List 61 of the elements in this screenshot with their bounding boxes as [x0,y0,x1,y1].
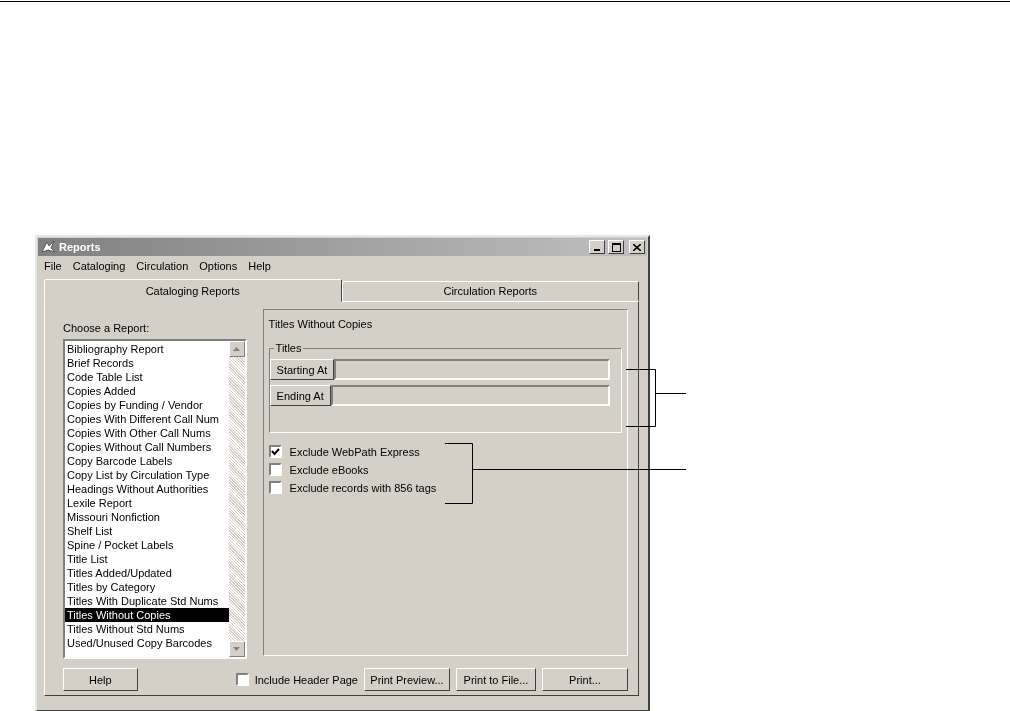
list-item[interactable]: Lexile Report [65,496,229,510]
list-item[interactable]: Headings Without Authorities [65,482,229,496]
checkbox-label: Exclude WebPath Express [289,445,420,458]
maximize-button[interactable] [608,240,624,254]
checkbox[interactable] [268,481,282,494]
list-item[interactable]: Bibliography Report [65,342,229,356]
list-label: Choose a Report: [63,322,151,334]
list-item[interactable]: Copy List by Circulation Type [65,468,229,482]
menu-item[interactable]: Options [194,260,244,272]
print-button[interactable]: Print Preview... [364,668,450,691]
checkbox[interactable] [268,463,282,476]
list-item[interactable]: Copies Added [65,384,229,398]
menu-item[interactable]: Circulation [131,260,195,272]
checkbox[interactable] [268,445,282,458]
range-button[interactable]: Ending At [269,385,331,406]
tab[interactable]: Circulation Reports [341,281,639,301]
list-item[interactable]: Titles by Category [65,580,229,594]
scroll-up-button[interactable] [228,341,245,357]
list-item[interactable]: Titles Without Std Nums [65,622,229,636]
menu-item[interactable]: File [39,260,68,272]
list-item[interactable]: Copies With Other Call Nums [65,426,229,440]
checkbox-label: Exclude records with 856 tags [289,481,437,494]
list-item[interactable]: Titles Added/Updated [65,566,229,580]
list-item[interactable]: Used/Unused Copy Barcodes [65,636,229,650]
list-item[interactable]: Copies by Funding / Vendor [65,398,229,412]
menu-item[interactable]: Cataloging [67,260,132,272]
window-title: Reports [59,241,102,253]
list-item[interactable]: Title List [65,552,229,566]
list-item[interactable]: Copies With Different Call Num [65,412,229,426]
list-item[interactable]: Copies Without Call Numbers [65,440,229,454]
input-field[interactable] [330,385,610,406]
scroll-down-button[interactable] [228,641,245,657]
tab[interactable]: Cataloging Reports [44,279,342,302]
help-button[interactable]: Help [63,668,138,691]
list-item[interactable]: Brief Records [65,356,229,370]
list-item[interactable]: Titles Without Copies [65,608,229,622]
scrollbar[interactable] [228,341,245,657]
checkbox-label: Exclude eBooks [289,463,369,476]
list-item[interactable]: Titles With Duplicate Std Nums [65,594,229,608]
list-item[interactable]: Spine / Pocket Labels [65,538,229,552]
close-button[interactable] [629,240,645,254]
list-item[interactable]: Shelf List [65,524,229,538]
list-item[interactable]: Code Table List [65,370,229,384]
print-button[interactable]: Print... [542,668,628,691]
checkbox[interactable] [235,673,249,686]
input-field[interactable] [334,359,610,380]
group-label: Titles [274,342,303,354]
list-item[interactable]: Copy Barcode Labels [65,454,229,468]
range-button[interactable]: Starting At [269,359,335,380]
list-item[interactable]: Missouri Nonfiction [65,510,229,524]
down-arrow-icon [233,647,241,651]
app-icon [40,240,56,254]
close-icon [633,243,641,251]
up-arrow-icon [233,347,241,351]
maximize-icon [611,242,621,252]
menu-item[interactable]: Help [243,260,277,272]
bracket-line [625,368,687,428]
checkbox-label: Include Header Page [254,673,358,686]
report-title: Titles Without Copies [268,318,374,330]
print-button[interactable]: Print to File... [456,668,536,691]
minimize-button[interactable] [589,240,605,254]
